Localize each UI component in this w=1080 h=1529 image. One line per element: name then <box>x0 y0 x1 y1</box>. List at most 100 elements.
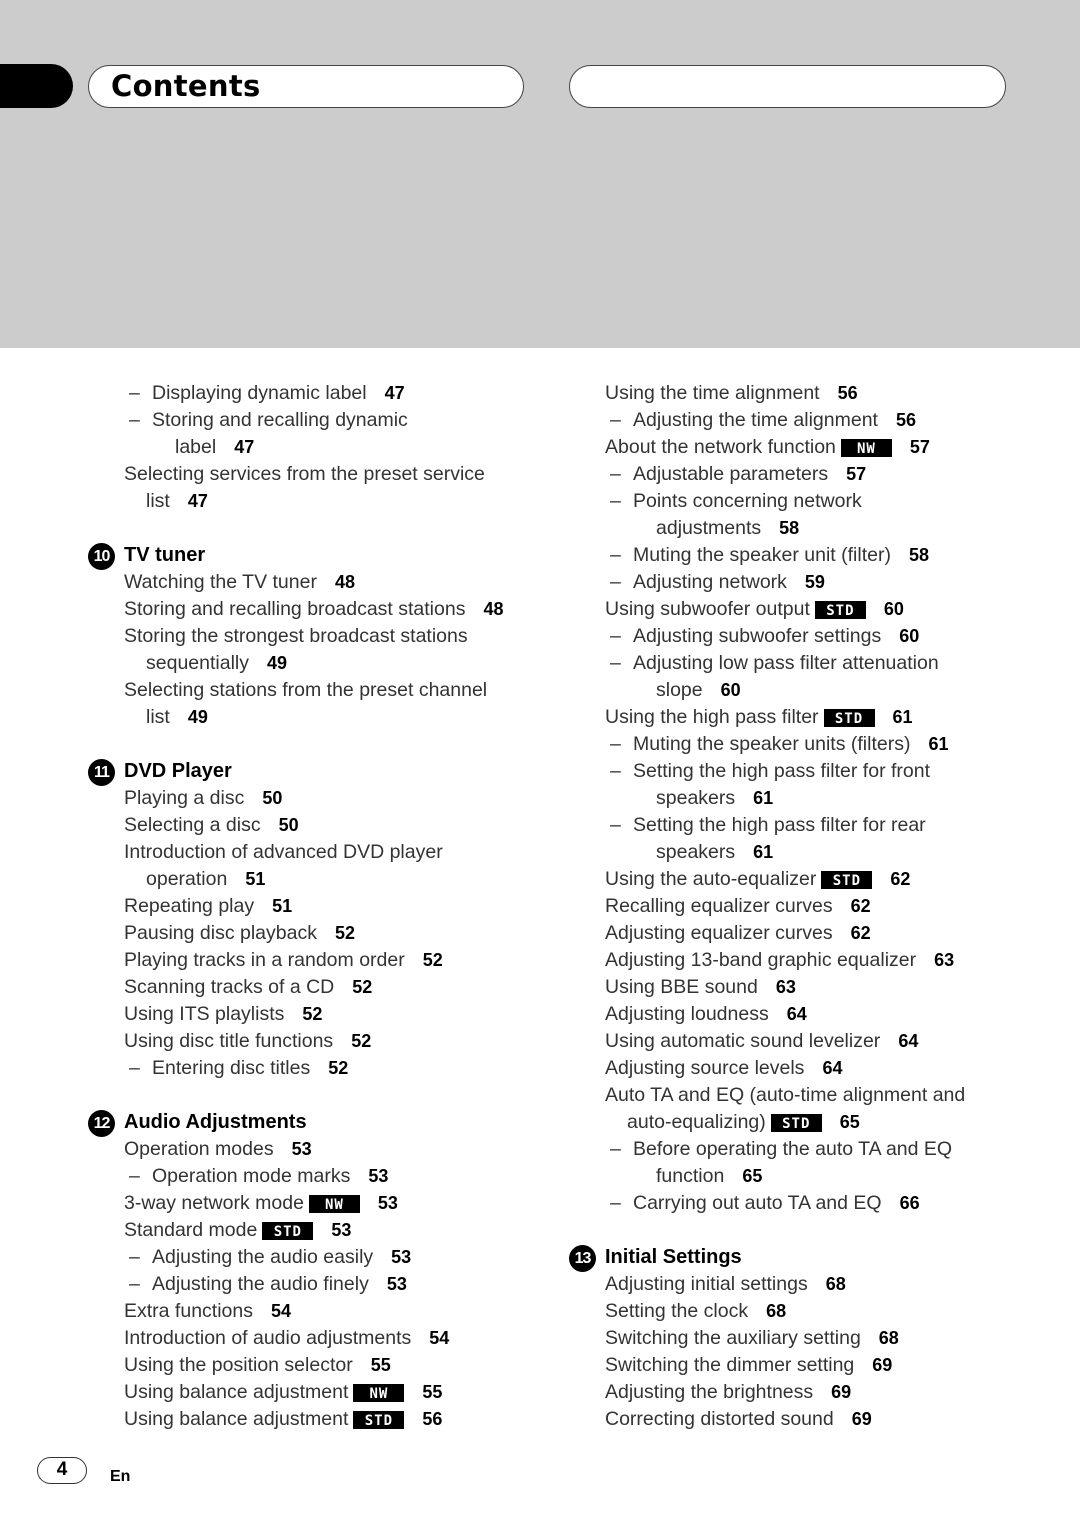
toc-entry-continuation[interactable]: adjustments 58 <box>569 515 1029 542</box>
toc-entry[interactable]: Using disc title functions 52 <box>88 1028 548 1055</box>
toc-entry[interactable]: Playing tracks in a random order 52 <box>88 947 548 974</box>
toc-subentry[interactable]: – Setting the high pass filter for front <box>569 758 1029 785</box>
page-reference[interactable]: 69 <box>872 1355 892 1375</box>
page-reference[interactable]: 61 <box>753 788 773 808</box>
page-reference[interactable]: 69 <box>831 1382 851 1402</box>
page-reference[interactable]: 62 <box>890 869 910 889</box>
page-reference[interactable]: 47 <box>385 383 405 403</box>
toc-entry[interactable]: Using balance adjustment NW 55 <box>88 1379 548 1406</box>
toc-entry[interactable]: Using the position selector 55 <box>88 1352 548 1379</box>
toc-entry[interactable]: Operation modes 53 <box>88 1136 548 1163</box>
toc-entry[interactable]: About the network function NW 57 <box>569 434 1029 461</box>
toc-entry[interactable]: Using automatic sound levelizer 64 <box>569 1028 1029 1055</box>
toc-entry[interactable]: Selecting services from the preset servi… <box>88 461 548 488</box>
page-reference[interactable]: 56 <box>422 1409 442 1429</box>
toc-subentry[interactable]: – Operation mode marks 53 <box>88 1163 548 1190</box>
toc-entry[interactable]: Setting the clock 68 <box>569 1298 1029 1325</box>
toc-subentry[interactable]: – Points concerning network <box>569 488 1029 515</box>
toc-entry[interactable]: Adjusting source levels 64 <box>569 1055 1029 1082</box>
page-reference[interactable]: 65 <box>840 1112 860 1132</box>
toc-entry-continuation[interactable]: sequentially 49 <box>88 650 548 677</box>
toc-entry[interactable]: Using ITS playlists 52 <box>88 1001 548 1028</box>
toc-entry-continuation[interactable]: list 47 <box>88 488 548 515</box>
toc-entry[interactable]: Using the time alignment 56 <box>569 380 1029 407</box>
page-reference[interactable]: 57 <box>910 437 930 457</box>
toc-entry[interactable]: Switching the dimmer setting 69 <box>569 1352 1029 1379</box>
toc-subentry[interactable]: – Entering disc titles 52 <box>88 1055 548 1082</box>
page-reference[interactable]: 50 <box>262 788 282 808</box>
toc-entry-continuation[interactable]: auto-equalizing) STD 65 <box>569 1109 1029 1136</box>
page-reference[interactable]: 48 <box>335 572 355 592</box>
toc-subentry[interactable]: – Displaying dynamic label 47 <box>88 380 548 407</box>
toc-entry[interactable]: 3-way network mode NW 53 <box>88 1190 548 1217</box>
toc-subentry[interactable]: – Adjusting the time alignment 56 <box>569 407 1029 434</box>
page-reference[interactable]: 53 <box>378 1193 398 1213</box>
page-reference[interactable]: 64 <box>787 1004 807 1024</box>
page-reference[interactable]: 59 <box>805 572 825 592</box>
page-reference[interactable]: 50 <box>279 815 299 835</box>
page-reference[interactable]: 63 <box>776 977 796 997</box>
page-reference[interactable]: 52 <box>335 923 355 943</box>
page-reference[interactable]: 61 <box>928 734 948 754</box>
section-heading[interactable]: 11 DVD Player <box>88 758 548 786</box>
page-reference[interactable]: 69 <box>852 1409 872 1429</box>
page-reference[interactable]: 54 <box>429 1328 449 1348</box>
toc-entry[interactable]: Watching the TV tuner 48 <box>88 569 548 596</box>
toc-entry[interactable]: Auto TA and EQ (auto-time alignment and <box>569 1082 1029 1109</box>
page-reference[interactable]: 60 <box>899 626 919 646</box>
toc-entry-continuation[interactable]: slope 60 <box>569 677 1029 704</box>
page-reference[interactable]: 68 <box>766 1301 786 1321</box>
toc-entry[interactable]: Using balance adjustment STD 56 <box>88 1406 548 1433</box>
page-reference[interactable]: 53 <box>391 1247 411 1267</box>
toc-entry[interactable]: Adjusting initial settings 68 <box>569 1271 1029 1298</box>
page-reference[interactable]: 55 <box>422 1382 442 1402</box>
toc-subentry[interactable]: – Adjusting the audio finely 53 <box>88 1271 548 1298</box>
toc-entry-continuation[interactable]: operation 51 <box>88 866 548 893</box>
page-reference[interactable]: 53 <box>331 1220 351 1240</box>
page-reference[interactable]: 57 <box>846 464 866 484</box>
page-reference[interactable]: 51 <box>245 869 265 889</box>
page-reference[interactable]: 47 <box>234 437 254 457</box>
toc-entry[interactable]: Using BBE sound 63 <box>569 974 1029 1001</box>
toc-entry-continuation[interactable]: label 47 <box>88 434 548 461</box>
toc-subentry[interactable]: – Storing and recalling dynamic <box>88 407 548 434</box>
toc-entry[interactable]: Recalling equalizer curves 62 <box>569 893 1029 920</box>
page-reference[interactable]: 64 <box>822 1058 842 1078</box>
page-reference[interactable]: 62 <box>851 896 871 916</box>
toc-entry[interactable]: Storing the strongest broadcast stations <box>88 623 548 650</box>
section-heading[interactable]: 10 TV tuner <box>88 542 548 570</box>
toc-entry[interactable]: Repeating play 51 <box>88 893 548 920</box>
page-reference[interactable]: 64 <box>898 1031 918 1051</box>
toc-entry[interactable]: Playing a disc 50 <box>88 785 548 812</box>
page-reference[interactable]: 55 <box>371 1355 391 1375</box>
page-reference[interactable]: 47 <box>188 491 208 511</box>
toc-subentry[interactable]: – Adjusting subwoofer settings 60 <box>569 623 1029 650</box>
page-reference[interactable]: 56 <box>896 410 916 430</box>
page-reference[interactable]: 54 <box>271 1301 291 1321</box>
page-reference[interactable]: 49 <box>188 707 208 727</box>
toc-entry[interactable]: Switching the auxiliary setting 68 <box>569 1325 1029 1352</box>
page-reference[interactable]: 48 <box>483 599 503 619</box>
page-reference[interactable]: 53 <box>368 1166 388 1186</box>
toc-entry-continuation[interactable]: speakers 61 <box>569 785 1029 812</box>
page-reference[interactable]: 60 <box>721 680 741 700</box>
page-reference[interactable]: 52 <box>351 1031 371 1051</box>
toc-subentry[interactable]: – Adjusting the audio easily 53 <box>88 1244 548 1271</box>
page-reference[interactable]: 52 <box>328 1058 348 1078</box>
page-reference[interactable]: 58 <box>909 545 929 565</box>
page-reference[interactable]: 61 <box>893 707 913 727</box>
toc-entry[interactable]: Standard mode STD 53 <box>88 1217 548 1244</box>
toc-subentry[interactable]: – Before operating the auto TA and EQ <box>569 1136 1029 1163</box>
toc-entry[interactable]: Selecting stations from the preset chann… <box>88 677 548 704</box>
page-reference[interactable]: 52 <box>302 1004 322 1024</box>
toc-subentry[interactable]: – Muting the speaker unit (filter) 58 <box>569 542 1029 569</box>
page-reference[interactable]: 52 <box>423 950 443 970</box>
page-reference[interactable]: 58 <box>779 518 799 538</box>
toc-subentry[interactable]: – Muting the speaker units (filters) 61 <box>569 731 1029 758</box>
page-reference[interactable]: 53 <box>292 1139 312 1159</box>
toc-entry[interactable]: Using subwoofer output STD 60 <box>569 596 1029 623</box>
toc-entry[interactable]: Using the high pass filter STD 61 <box>569 704 1029 731</box>
toc-entry[interactable]: Selecting a disc 50 <box>88 812 548 839</box>
page-reference[interactable]: 52 <box>352 977 372 997</box>
page-reference[interactable]: 60 <box>884 599 904 619</box>
